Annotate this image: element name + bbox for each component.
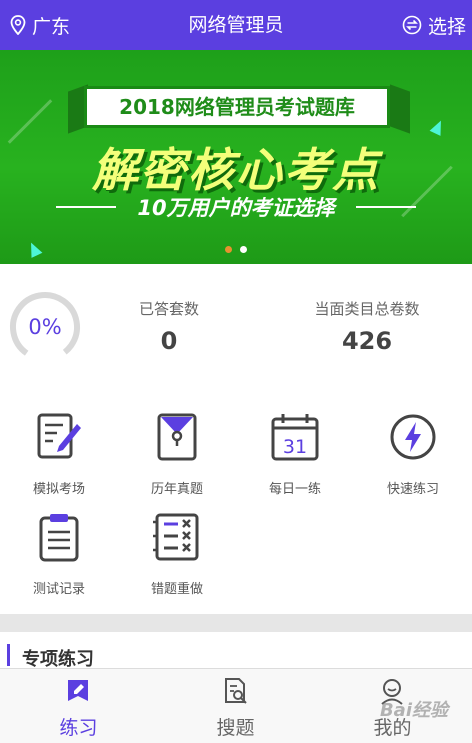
nav-label: 搜题	[216, 717, 255, 739]
banner-ribbon-right	[390, 84, 410, 134]
special-practice-section: 专项练习	[0, 632, 472, 670]
section-accent-bar	[7, 644, 10, 666]
lightning-icon	[390, 414, 436, 460]
grid-item-label: 快速练习	[386, 482, 439, 497]
answered-count: 已答套数 0	[118, 298, 220, 355]
location-label: 广东	[32, 15, 71, 38]
grid-item-daily-practice[interactable]: 31 每日一练	[236, 392, 354, 497]
select-label: 选择	[427, 15, 466, 38]
grid-item-label: 每日一练	[268, 482, 321, 497]
grid-item-mock-exam[interactable]: 模拟考场	[0, 392, 118, 497]
nav-label: 练习	[59, 717, 98, 739]
promo-banner[interactable]: 2018网络管理员考试题库 解密核心考点 10万用户的考证选择	[0, 50, 472, 264]
total-label: 当面类目总卷数	[314, 300, 420, 318]
banner-subtitle: 10万用户的考证选择	[137, 196, 335, 220]
carousel-dot-active[interactable]	[225, 246, 232, 253]
grid-item-redo-mistakes[interactable]: 错题重做	[118, 492, 236, 597]
carousel-dot[interactable]	[240, 246, 247, 253]
answered-label: 已答套数	[138, 300, 199, 318]
switch-icon	[402, 15, 422, 35]
mistake-list-icon	[153, 513, 199, 561]
grid-item-label: 测试记录	[32, 582, 85, 597]
total-count: 当面类目总卷数 426	[296, 298, 438, 355]
envelope-folder-icon	[157, 413, 197, 461]
grid-item-test-records[interactable]: 测试记录	[0, 492, 118, 597]
grid-item-label: 错题重做	[150, 582, 203, 597]
pen-paper-icon	[37, 413, 81, 459]
section-divider	[0, 614, 472, 632]
select-button[interactable]: 选择	[402, 12, 466, 38]
banner-plate: 2018网络管理员考试题库	[84, 86, 390, 128]
calendar-badge: 31	[283, 436, 307, 458]
feature-grid: 模拟考场 历年真题 31 每日一练 快速练习 测试记录 错题重做	[0, 392, 472, 614]
progress-stats: 0% 已答套数 0 当面类目总卷数 426	[0, 264, 472, 392]
clipboard-icon	[39, 514, 79, 562]
grid-item-past-papers[interactable]: 历年真题	[118, 392, 236, 497]
top-bar: 广东 网络管理员 选择	[0, 0, 472, 50]
location-selector[interactable]: 广东	[10, 12, 70, 38]
progress-percent: 0%	[28, 315, 62, 339]
nav-item-practice[interactable]: 练习	[0, 669, 157, 743]
answered-value: 0	[160, 327, 178, 355]
location-pin-icon	[10, 15, 26, 35]
total-value: 426	[341, 327, 393, 355]
carousel-indicators	[0, 246, 472, 253]
banner-plate-title: 2018网络管理员考试题库	[119, 95, 355, 119]
practice-icon	[68, 680, 88, 701]
watermark: Bai经验	[379, 700, 448, 721]
banner-headline: 解密核心考点	[92, 143, 380, 197]
grid-item-quick-practice[interactable]: 快速练习	[354, 392, 472, 497]
search-question-icon	[225, 678, 247, 704]
nav-item-search[interactable]: 搜题	[157, 669, 314, 743]
calendar-icon: 31	[271, 414, 319, 461]
